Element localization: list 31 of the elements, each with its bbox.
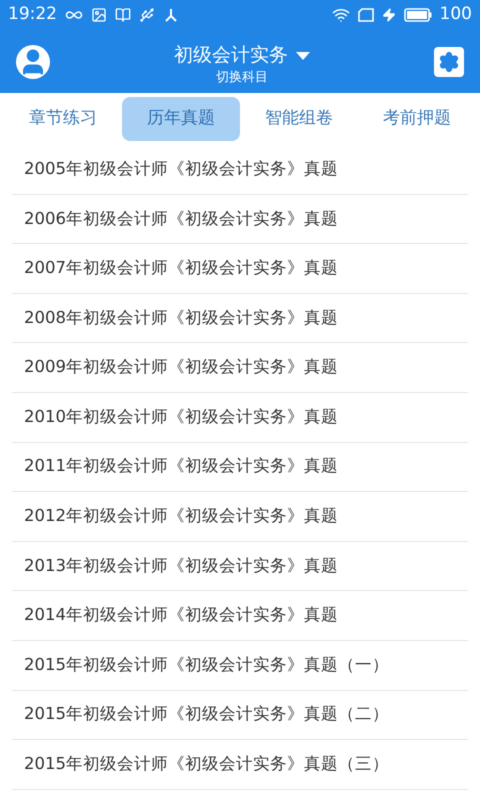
- dropdown-caret-icon: [296, 52, 310, 60]
- branch-icon: [163, 7, 179, 23]
- clock: 19:22: [8, 3, 57, 26]
- tab[interactable]: 章节练习: [4, 97, 122, 141]
- exam-list-item[interactable]: 2015年初级会计师《初级会计实务》真题（三）: [12, 740, 468, 790]
- profile-icon[interactable]: [16, 44, 50, 78]
- subject-dropdown[interactable]: 初级会计实务: [174, 37, 310, 70]
- exam-list-item[interactable]: 2015年初级会计师《初级会计实务》真题（二）: [12, 690, 468, 740]
- image-icon: [91, 7, 107, 23]
- wifi-icon: [332, 6, 350, 24]
- settings-button[interactable]: [434, 46, 464, 76]
- exam-list-item[interactable]: 2015年初级会计师《初级会计实务》真题（一）: [12, 640, 468, 691]
- exam-list-item[interactable]: 2006年初级会计师《初级会计实务》真题: [12, 194, 468, 244]
- exam-list-item[interactable]: 2014年初级会计师《初级会计实务》真题: [12, 591, 468, 641]
- exam-list-item[interactable]: 2012年初级会计师《初级会计实务》真题: [12, 492, 468, 542]
- charging-icon: [382, 8, 396, 22]
- sim-icon: [358, 8, 374, 22]
- exam-list-item[interactable]: 2005年初级会计师《初级会计实务》真题: [12, 145, 468, 195]
- exam-list-item[interactable]: 2010年初级会计师《初级会计实务》真题: [12, 392, 468, 443]
- exam-list-item[interactable]: 2008年初级会计师《初级会计实务》真题: [12, 294, 468, 344]
- battery-level: 100: [440, 3, 472, 26]
- usb-icon: [139, 7, 155, 23]
- tab[interactable]: 考前押题: [358, 97, 476, 141]
- exam-list-item[interactable]: 2013年初级会计师《初级会计实务》真题: [12, 542, 468, 592]
- exam-list-item[interactable]: 2007年初级会计师《初级会计实务》真题: [12, 244, 468, 294]
- battery-icon: [404, 8, 432, 22]
- exam-list-item[interactable]: 2011年初级会计师《初级会计实务》真题: [12, 442, 468, 492]
- exam-list-item[interactable]: 2009年初级会计师《初级会计实务》真题: [12, 343, 468, 393]
- switch-subject-label: 切换科目: [216, 70, 268, 86]
- tab[interactable]: 智能组卷: [240, 97, 358, 141]
- book-icon: [115, 7, 131, 23]
